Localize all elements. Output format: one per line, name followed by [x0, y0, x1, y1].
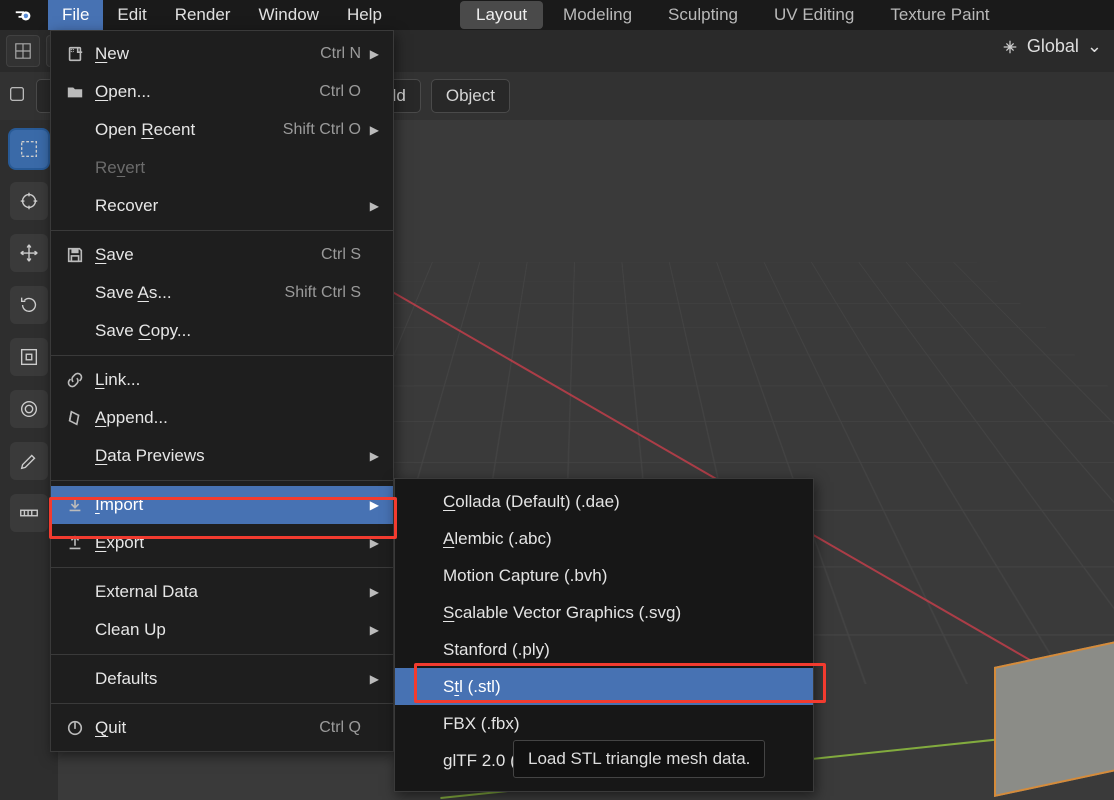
- select-box-tool[interactable]: [10, 130, 48, 168]
- menu-shortcut: Ctrl Q: [319, 719, 361, 737]
- append-icon: [61, 409, 89, 427]
- quit-icon: [61, 719, 89, 737]
- top-menu-file[interactable]: File: [48, 0, 103, 30]
- import-scalable-vector-graphics-svg[interactable]: Scalable Vector Graphics (.svg): [395, 594, 813, 631]
- menu-label: Save: [95, 245, 321, 265]
- annotate-tool[interactable]: [10, 442, 48, 480]
- file-menu-link[interactable]: Link...: [51, 361, 393, 399]
- top-menu-edit[interactable]: Edit: [103, 0, 160, 30]
- menu-shortcut: Shift Ctrl S: [285, 284, 361, 302]
- file-menu-save[interactable]: SaveCtrl S: [51, 236, 393, 274]
- menu-label: Data Previews: [95, 446, 361, 466]
- menu-label: Open Recent: [95, 120, 283, 140]
- tooltip-stl: Load STL triangle mesh data.: [513, 740, 765, 778]
- menu-label: Clean Up: [95, 620, 361, 640]
- file-menu-import[interactable]: Import ▶: [51, 486, 393, 524]
- menu-label: Link...: [95, 370, 361, 390]
- save-icon: [61, 246, 89, 264]
- file-menu-external-data[interactable]: External Data ▶: [51, 573, 393, 611]
- move-tool[interactable]: [10, 234, 48, 272]
- submenu-arrow-icon: ▶: [369, 672, 379, 686]
- link-icon: [61, 371, 89, 389]
- top-menu-render[interactable]: Render: [161, 0, 245, 30]
- file-menu-new[interactable]: NewCtrl N ▶: [51, 35, 393, 73]
- file-menu-defaults[interactable]: Defaults ▶: [51, 660, 393, 698]
- menu-label: External Data: [95, 582, 361, 602]
- menu-shortcut: Ctrl O: [319, 83, 361, 101]
- file-menu-open-recent[interactable]: Open RecentShift Ctrl O ▶: [51, 111, 393, 149]
- workspace-tab-modeling[interactable]: Modeling: [547, 1, 648, 29]
- menu-label: Save As...: [95, 283, 285, 303]
- submenu-arrow-icon: ▶: [369, 199, 379, 213]
- object-menu[interactable]: Object: [431, 79, 510, 113]
- submenu-arrow-icon: ▶: [369, 585, 379, 599]
- file-menu-append[interactable]: Append...: [51, 399, 393, 437]
- menu-label: Append...: [95, 408, 361, 428]
- menu-label: Revert: [95, 158, 361, 178]
- file-menu-export[interactable]: Export ▶: [51, 524, 393, 562]
- submenu-arrow-icon: ▶: [369, 449, 379, 463]
- menu-label: Import: [95, 495, 361, 515]
- import-icon: [61, 496, 89, 514]
- menu-label: Quit: [95, 718, 319, 738]
- file-menu-save-copy[interactable]: Save Copy...: [51, 312, 393, 350]
- top-menu-window[interactable]: Window: [244, 0, 332, 30]
- import-fbx-fbx[interactable]: FBX (.fbx): [395, 705, 813, 742]
- import-collada-default-dae[interactable]: Collada (Default) (.dae): [395, 483, 813, 520]
- submenu-arrow-icon: ▶: [369, 123, 379, 137]
- menu-shortcut: Shift Ctrl O: [283, 121, 361, 139]
- open-icon: [61, 83, 89, 101]
- import-stl-stl[interactable]: Stl (.stl): [395, 668, 813, 705]
- menu-shortcut: Ctrl N: [320, 45, 361, 63]
- scale-tool[interactable]: [10, 338, 48, 376]
- new-icon: [61, 45, 89, 63]
- submenu-arrow-icon: ▶: [369, 47, 379, 61]
- import-alembic-abc[interactable]: Alembic (.abc): [395, 520, 813, 557]
- workspace-tab-texture-paint[interactable]: Texture Paint: [874, 1, 1005, 29]
- export-icon: [61, 534, 89, 552]
- menu-label: Defaults: [95, 669, 361, 689]
- orientation-dropdown[interactable]: Global ⌄: [1001, 36, 1102, 57]
- transform-tool[interactable]: [10, 390, 48, 428]
- file-menu-recover[interactable]: Recover ▶: [51, 187, 393, 225]
- submenu-arrow-icon: ▶: [369, 536, 379, 550]
- file-menu-data-previews[interactable]: Data Previews ▶: [51, 437, 393, 475]
- menu-shortcut: Ctrl S: [321, 246, 361, 264]
- top-menu-help[interactable]: Help: [333, 0, 396, 30]
- cursor-tool[interactable]: [10, 182, 48, 220]
- file-menu-open[interactable]: Open...Ctrl O: [51, 73, 393, 111]
- menu-label: New: [95, 44, 320, 64]
- submenu-arrow-icon: ▶: [369, 498, 379, 512]
- menu-label: Open...: [95, 82, 319, 102]
- file-menu-revert: Revert: [51, 149, 393, 187]
- menu-label: Save Copy...: [95, 321, 361, 341]
- menu-label: Export: [95, 533, 361, 553]
- import-stanford-ply[interactable]: Stanford (.ply): [395, 631, 813, 668]
- workspace-tab-sculpting[interactable]: Sculpting: [652, 1, 754, 29]
- import-motion-capture-bvh[interactable]: Motion Capture (.bvh): [395, 557, 813, 594]
- workspace-tabs: LayoutModelingSculptingUV EditingTexture…: [460, 0, 1010, 30]
- orientation-label: Global: [1027, 36, 1079, 57]
- editor-type-icon[interactable]: [8, 85, 26, 108]
- workspace-tab-layout[interactable]: Layout: [460, 1, 543, 29]
- file-menu-quit[interactable]: QuitCtrl Q: [51, 709, 393, 747]
- workspace-tab-uv-editing[interactable]: UV Editing: [758, 1, 870, 29]
- file-menu-clean-up[interactable]: Clean Up ▶: [51, 611, 393, 649]
- rotate-tool[interactable]: [10, 286, 48, 324]
- chevron-down-icon: ⌄: [1087, 36, 1102, 57]
- menu-label: Recover: [95, 196, 361, 216]
- blender-logo-icon[interactable]: [0, 0, 48, 30]
- submenu-arrow-icon: ▶: [369, 623, 379, 637]
- file-menu-dropdown: NewCtrl N▶Open...Ctrl OOpen RecentShift …: [50, 30, 394, 752]
- snap-grid-icon[interactable]: [6, 35, 40, 67]
- file-menu-save-as[interactable]: Save As...Shift Ctrl S: [51, 274, 393, 312]
- measure-tool[interactable]: [10, 494, 48, 532]
